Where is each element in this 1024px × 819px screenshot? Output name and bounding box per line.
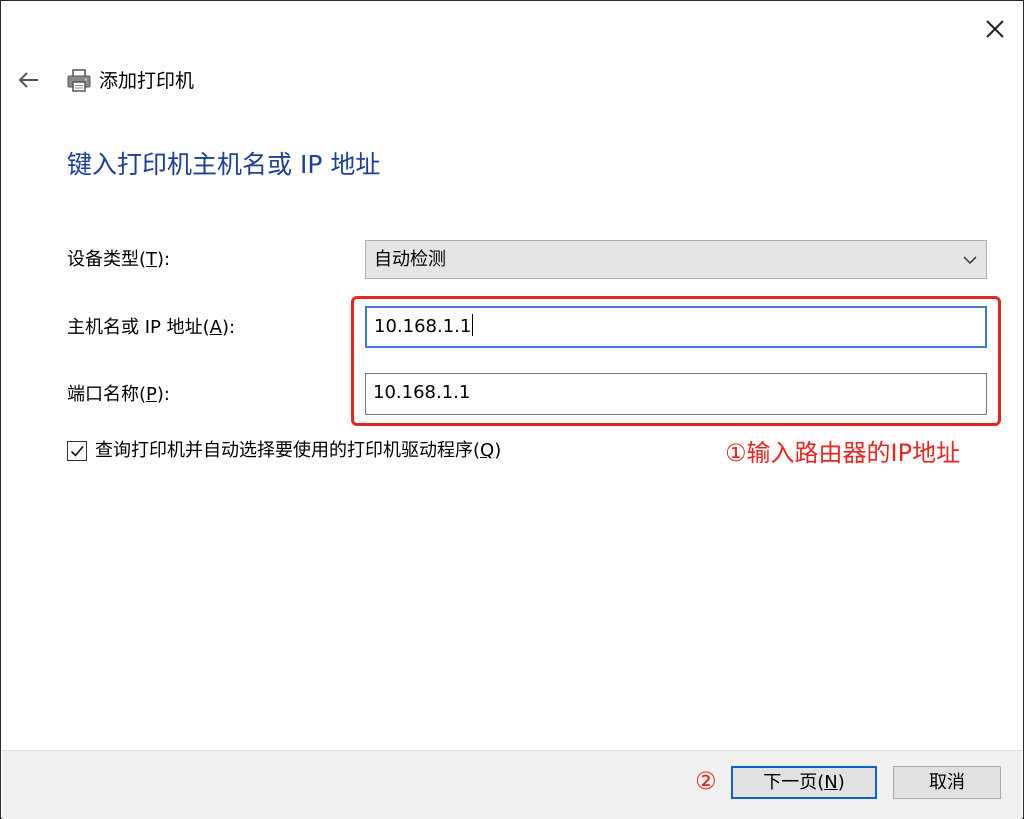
next-button[interactable]: 下一页(N) [731,766,877,799]
next-mnemonic: N [824,772,838,793]
device-type-mnemonic: T [146,249,158,270]
host-mnemonic: A [209,317,222,338]
annotation-step2: ② [695,767,717,795]
close-icon [986,20,1004,38]
close-button[interactable] [977,11,1013,47]
chevron-down-icon [963,256,977,265]
back-button[interactable] [11,63,45,97]
dialog-window: 添加打印机 键入打印机主机名或 IP 地址 设备类型(T): 自动检测 主机名或… [0,0,1024,819]
next-button-label: 下一页 [763,772,818,793]
query-driver-checkbox[interactable] [67,441,87,461]
device-type-value: 自动检测 [374,249,446,270]
query-driver-label[interactable]: 查询打印机并自动选择要使用的打印机驱动程序(Q) [95,437,501,465]
port-mnemonic: P [146,384,157,405]
host-label-text: 主机名或 IP 地址 [67,317,203,338]
port-label-text: 端口名称 [67,384,139,405]
annotation-highlight-box [351,296,1001,426]
checkmark-icon [70,445,84,457]
query-driver-mnemonic: Q [480,440,495,461]
page-heading: 键入打印机主机名或 IP 地址 [67,150,381,179]
cancel-button[interactable]: 取消 [893,766,1001,799]
device-type-label: 设备类型(T): [67,249,171,270]
query-driver-label-text: 查询打印机并自动选择要使用的打印机驱动程序 [95,440,473,461]
device-type-select[interactable]: 自动检测 [365,240,987,279]
host-label: 主机名或 IP 地址(A): [67,317,236,338]
printer-icon [67,69,91,92]
annotation-step1: ①输入路由器的IP地址 [725,439,961,467]
back-arrow-icon [18,72,38,88]
window-title: 添加打印机 [99,70,195,92]
port-label: 端口名称(P): [67,384,170,405]
device-type-label-text: 设备类型 [67,249,139,270]
